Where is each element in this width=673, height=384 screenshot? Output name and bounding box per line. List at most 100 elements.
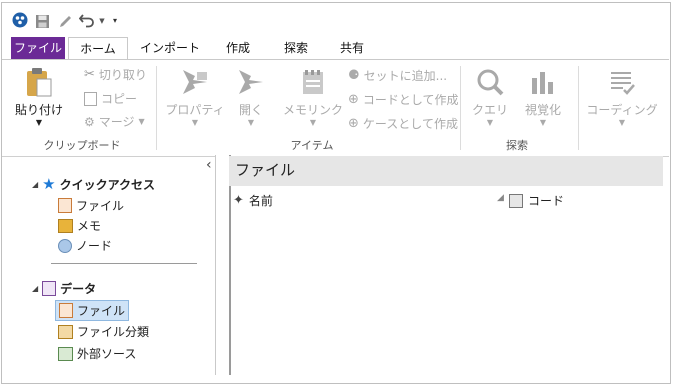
list-view-title: ファイル bbox=[229, 156, 663, 186]
nav-item-label: ファイル bbox=[76, 199, 125, 213]
collapse-pane-button[interactable]: ‹ bbox=[206, 157, 212, 173]
quick-access-header[interactable]: ◢ ★ クイックアクセス bbox=[32, 175, 155, 193]
nav-item-file-classifications[interactable]: ファイル分類 bbox=[55, 322, 152, 341]
tab-share[interactable]: 共有 bbox=[328, 37, 376, 59]
add-to-set-label: セットに追加... bbox=[363, 69, 448, 83]
coding-icon bbox=[611, 72, 635, 95]
customize-icon[interactable]: ▾ bbox=[111, 15, 119, 25]
column-header-name[interactable]: ✦ 名前 bbox=[233, 192, 273, 209]
column-label: 名前 bbox=[248, 194, 273, 208]
memolink-label: メモリンク bbox=[282, 103, 343, 117]
dropdown-icon[interactable]: ▼ bbox=[98, 17, 106, 25]
coding-label: コーディング bbox=[586, 103, 658, 117]
undo-icon[interactable] bbox=[79, 12, 95, 28]
merge-dropdown-icon[interactable]: ▼ bbox=[139, 117, 145, 126]
separator bbox=[156, 66, 157, 150]
query-button[interactable]: クエリ ▼ bbox=[468, 66, 512, 128]
column-header-codes[interactable]: コード bbox=[509, 192, 564, 209]
coding-button[interactable]: コーディング ▼ bbox=[586, 66, 658, 128]
nav-item-nodes[interactable]: ノード bbox=[55, 236, 115, 255]
file-classification-icon bbox=[58, 324, 73, 339]
main-content: ファイル ✦ 名前 ◢ コード bbox=[229, 156, 663, 376]
cut-button[interactable]: ✂ 切り取り bbox=[84, 66, 147, 83]
app-window: ▼ ▾ ファイル ホーム インポート 作成 探索 共有 貼り付け ▼ ✂ 切り取… bbox=[1, 2, 671, 384]
merge-icon: ⚙ bbox=[84, 114, 95, 129]
visualize-dropdown-icon[interactable]: ▼ bbox=[518, 118, 568, 128]
quick-access-label: クイックアクセス bbox=[59, 177, 156, 192]
tab-import[interactable]: インポート bbox=[135, 37, 205, 59]
properties-dropdown-icon[interactable]: ▼ bbox=[165, 118, 225, 128]
nav-item-externals[interactable]: 外部ソース bbox=[55, 344, 139, 363]
visualize-button[interactable]: 視覚化 ▼ bbox=[518, 66, 568, 128]
tab-explore[interactable]: 探索 bbox=[272, 37, 320, 59]
code-add-icon: ⊕ bbox=[348, 92, 359, 107]
data-icon bbox=[42, 281, 57, 296]
nav-item-label: ファイル bbox=[77, 304, 126, 318]
memolink-button[interactable]: メモリンク ▼ bbox=[282, 66, 344, 128]
ribbon-home: 貼り付け ▼ ✂ 切り取り コピー ⚙ マージ ▼ クリップボード プロパティ … bbox=[2, 59, 669, 157]
open-label: 開く bbox=[238, 103, 263, 117]
chart-icon bbox=[532, 72, 553, 94]
open-button[interactable]: 開く ▼ bbox=[229, 66, 273, 128]
paste-button[interactable]: 貼り付け ▼ bbox=[14, 66, 64, 128]
nav-item-files[interactable]: ファイル bbox=[55, 196, 127, 215]
scissors-icon: ✂ bbox=[84, 67, 95, 82]
data-header[interactable]: ◢ データ bbox=[32, 280, 96, 297]
nav-item-data-files[interactable]: ファイル bbox=[55, 300, 130, 321]
memolink-dropdown-icon[interactable]: ▼ bbox=[282, 118, 344, 128]
pen-icon[interactable] bbox=[57, 13, 73, 29]
divider bbox=[51, 263, 197, 264]
merge-label: マージ bbox=[98, 115, 135, 129]
file-list-icon bbox=[58, 198, 72, 213]
expand-triangle-icon[interactable]: ◢ bbox=[32, 284, 38, 293]
tab-home[interactable]: ホーム bbox=[68, 37, 128, 61]
node-icon bbox=[58, 238, 72, 253]
open-icon bbox=[239, 70, 263, 94]
query-label: クエリ bbox=[471, 103, 508, 117]
nav-item-label: ノード bbox=[76, 239, 113, 253]
navigation-pane: ‹ ◢ ★ クイックアクセス ファイル メモ ノード ◢ データ ファイル ファ… bbox=[11, 155, 214, 371]
coding-dropdown-icon[interactable]: ▼ bbox=[586, 118, 658, 128]
clipboard-group-label: クリップボード bbox=[43, 139, 121, 152]
nav-item-label: ファイル分類 bbox=[77, 325, 150, 339]
separator bbox=[460, 66, 461, 150]
properties-button[interactable]: プロパティ ▼ bbox=[165, 66, 225, 128]
copy-button[interactable]: コピー bbox=[84, 90, 137, 107]
app-logo-icon[interactable] bbox=[12, 12, 28, 28]
nav-item-label: 外部ソース bbox=[77, 347, 137, 361]
create-as-case-label: ケースとして作成 bbox=[362, 117, 458, 131]
items-group-label: アイテム bbox=[290, 139, 334, 152]
tab-create[interactable]: 作成 bbox=[214, 37, 262, 59]
create-as-code-label: コードとして作成 bbox=[362, 93, 459, 107]
quick-access-toolbar: ▼ ▾ bbox=[2, 3, 670, 33]
ribbon-tabs: ファイル ホーム インポート 作成 探索 共有 bbox=[2, 37, 670, 61]
open-dropdown-icon[interactable]: ▼ bbox=[229, 118, 273, 128]
copy-icon bbox=[84, 91, 97, 106]
cut-label: 切り取り bbox=[98, 68, 147, 82]
column-label: コード bbox=[528, 194, 565, 208]
set-icon: ⚈ bbox=[348, 68, 360, 83]
expand-triangle-icon[interactable]: ◢ bbox=[32, 180, 38, 189]
nav-item-memos[interactable]: メモ bbox=[55, 216, 104, 235]
properties-label: プロパティ bbox=[165, 103, 225, 117]
name-column-icon: ✦ bbox=[233, 193, 244, 208]
star-icon: ★ bbox=[42, 175, 56, 193]
save-icon[interactable] bbox=[34, 13, 50, 29]
create-as-code-button[interactable]: ⊕ コードとして作成 bbox=[348, 91, 459, 108]
create-as-case-button[interactable]: ⊕ ケースとして作成 bbox=[348, 115, 458, 132]
properties-icon bbox=[183, 70, 207, 94]
copy-label: コピー bbox=[101, 92, 138, 106]
separator bbox=[578, 66, 579, 150]
column-resize-handle[interactable]: ◢ bbox=[497, 193, 504, 203]
tab-file[interactable]: ファイル bbox=[11, 37, 65, 59]
add-to-set-button[interactable]: ⚈ セットに追加... bbox=[348, 67, 447, 84]
codes-column-icon bbox=[509, 193, 523, 208]
explore-group-label: 探索 bbox=[506, 139, 528, 152]
case-add-icon: ⊕ bbox=[348, 116, 359, 131]
query-dropdown-icon[interactable]: ▼ bbox=[468, 118, 512, 128]
query-icon bbox=[477, 69, 504, 96]
paste-dropdown-icon[interactable]: ▼ bbox=[14, 118, 64, 128]
external-source-icon bbox=[58, 346, 73, 361]
data-label: データ bbox=[60, 282, 97, 296]
merge-button[interactable]: ⚙ マージ ▼ bbox=[84, 113, 145, 130]
